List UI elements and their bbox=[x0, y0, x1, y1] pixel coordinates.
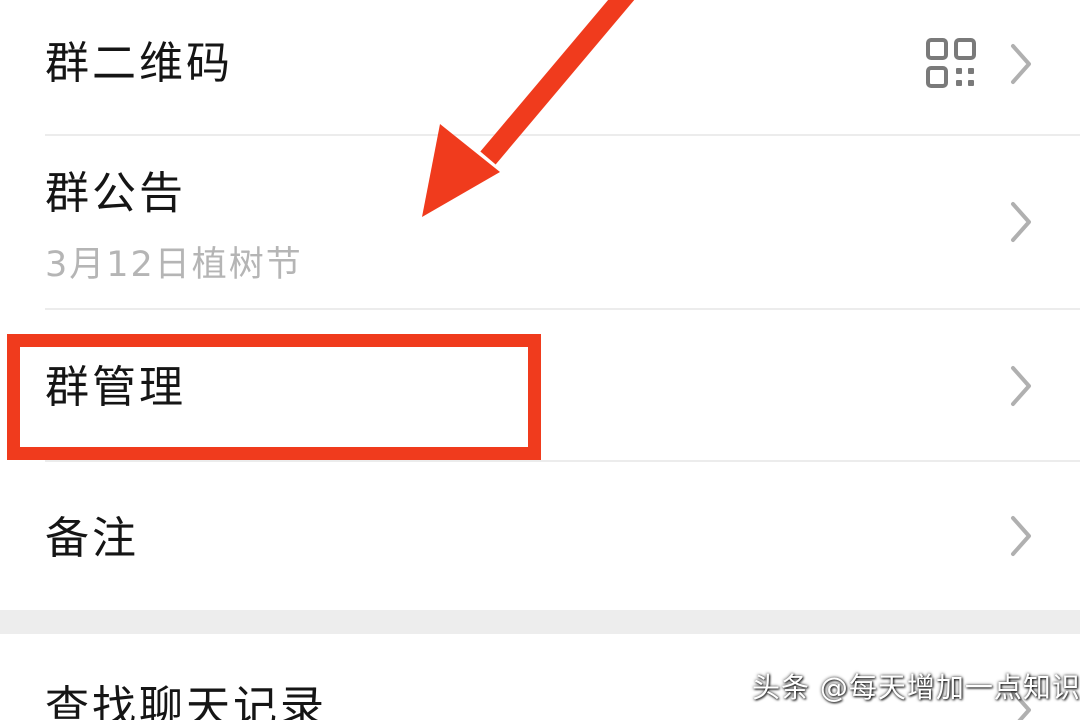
row-group-announcement-subtitle: 3月12日植树节 bbox=[45, 245, 303, 285]
row-remark-label: 备注 bbox=[45, 513, 139, 564]
row-group-qr-code-label: 群二维码 bbox=[45, 38, 233, 89]
chevron-right-icon bbox=[1005, 364, 1035, 408]
chevron-right-icon bbox=[1005, 42, 1035, 86]
qr-code-icon bbox=[925, 37, 977, 89]
watermark-text: 头条 @每天增加一点知识 bbox=[752, 671, 1080, 704]
row-remark[interactable]: 备注 bbox=[0, 462, 1080, 610]
group-settings-page: 群二维码 群公告 3月12日植树节 群管理 备注 查找聊天记录 头条 @每天增加… bbox=[0, 0, 1080, 720]
row-group-announcement-label: 群公告 bbox=[45, 168, 186, 219]
annotation-arrow-icon bbox=[422, 0, 635, 217]
row-search-chat-history-label: 查找聊天记录 bbox=[45, 682, 327, 720]
chevron-right-icon bbox=[1005, 514, 1035, 558]
annotation-highlight-box bbox=[7, 334, 541, 460]
chevron-right-icon bbox=[1005, 200, 1035, 244]
section-separator bbox=[0, 610, 1080, 634]
